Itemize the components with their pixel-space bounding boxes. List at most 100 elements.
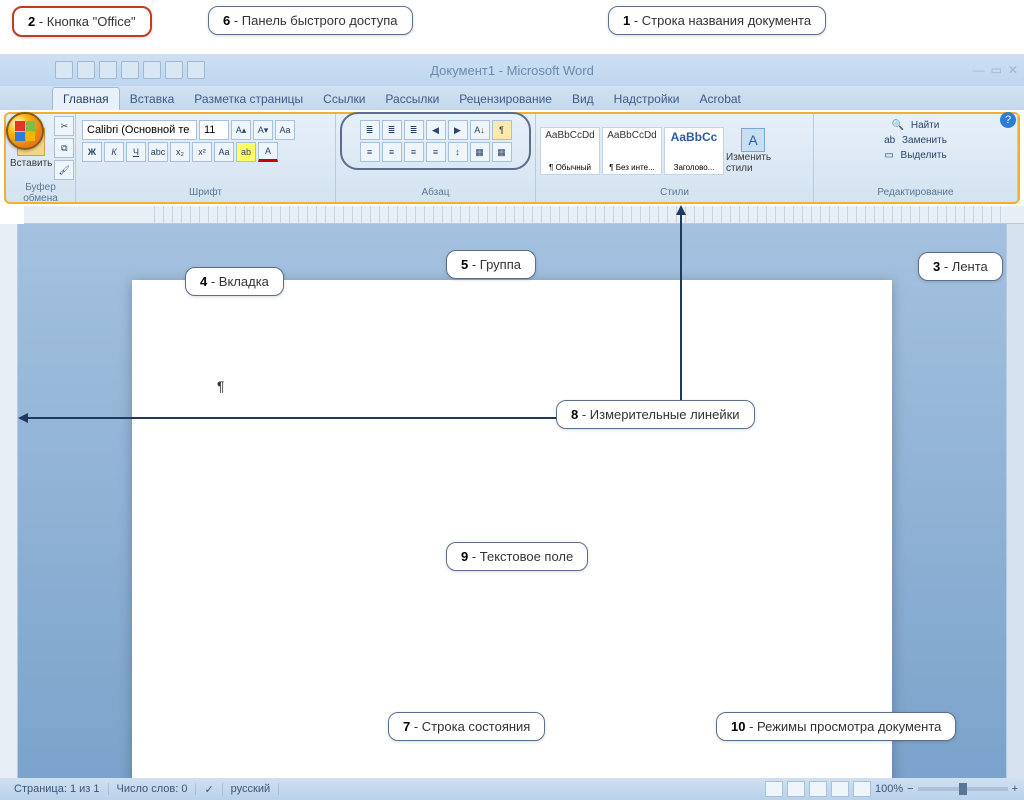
underline-button[interactable]: Ч (126, 142, 146, 162)
tab-view[interactable]: Вид (562, 88, 604, 110)
view-draft[interactable] (853, 781, 871, 797)
group-styles: AaBbCcDd¶ Обычный AaBbCcDd¶ Без инте... … (536, 114, 814, 202)
zoom-in-icon[interactable]: + (1012, 783, 1018, 795)
replace-icon: ab (884, 135, 895, 146)
vertical-scrollbar[interactable] (1006, 224, 1024, 778)
shrink-font-icon[interactable]: A▾ (253, 120, 273, 140)
callout-7: 7 - Строка состояния (388, 712, 545, 741)
format-painter-icon[interactable]: 🖌 (54, 160, 74, 180)
qat-btn-4[interactable] (121, 61, 139, 79)
ruler-horizontal[interactable] (24, 206, 1024, 224)
titlebar: Документ1 - Microsoft Word — ▭ ✕ (0, 54, 1024, 86)
zoom-slider[interactable] (918, 787, 1008, 791)
cut-icon[interactable]: ✂ (54, 116, 74, 136)
document-title: Документ1 - Microsoft Word (430, 63, 594, 78)
shading-button[interactable]: ▦ (470, 142, 490, 162)
page[interactable]: ¶ (132, 280, 892, 778)
clear-format-icon[interactable]: Aa (275, 120, 295, 140)
tab-acrobat[interactable]: Acrobat (690, 88, 751, 110)
tab-insert[interactable]: Вставка (120, 88, 185, 110)
change-styles-button[interactable]: A Изменить стили (726, 120, 780, 182)
status-page[interactable]: Страница: 1 из 1 (6, 783, 109, 795)
qat-undo-icon[interactable] (77, 61, 95, 79)
help-icon[interactable]: ? (1000, 112, 1016, 128)
ribbon: Вставить ✂ ⧉ 🖌 Буфер обмена Calibri (Осн… (4, 112, 1020, 204)
status-lang[interactable]: русский (223, 783, 279, 795)
statusbar: Страница: 1 из 1 Число слов: 0 ✓ русский… (0, 778, 1024, 800)
numbering-button[interactable]: ≣ (382, 120, 402, 140)
status-words[interactable]: Число слов: 0 (109, 783, 197, 795)
binoculars-icon: 🔍 (892, 120, 904, 131)
change-case-button[interactable]: Aa (214, 142, 234, 162)
close-icon[interactable]: ✕ (1008, 63, 1018, 77)
zoom-out-icon[interactable]: − (907, 783, 913, 795)
ribbon-tabs: Главная Вставка Разметка страницы Ссылки… (0, 86, 1024, 110)
bold-button[interactable]: Ж (82, 142, 102, 162)
quick-access-toolbar (55, 61, 205, 79)
callout-5: 5 - Группа (446, 250, 536, 279)
qat-btn-7[interactable] (187, 61, 205, 79)
document-viewport: ¶ (18, 224, 1006, 778)
status-proof-icon[interactable]: ✓ (196, 783, 222, 796)
callout-8: 8 - Измерительные линейки (556, 400, 755, 429)
style-normal[interactable]: AaBbCcDd¶ Обычный (540, 127, 600, 175)
callout-1: 1 - Строка названия документа (608, 6, 826, 35)
grow-font-icon[interactable]: A▴ (231, 120, 251, 140)
callout-9: 9 - Текстовое поле (446, 542, 588, 571)
show-marks-button[interactable]: ¶ (492, 120, 512, 140)
multilevel-button[interactable]: ≣ (404, 120, 424, 140)
sort-button[interactable]: A↓ (470, 120, 490, 140)
inc-indent-button[interactable]: ▶ (448, 120, 468, 140)
find-button[interactable]: 🔍 Найти (892, 120, 940, 131)
zoom-level[interactable]: 100% (875, 783, 903, 795)
group-editing: 🔍 Найти ab Заменить ▭ Выделить Редактиро… (814, 114, 1018, 202)
line-spacing-button[interactable]: ↕ (448, 142, 468, 162)
tab-layout[interactable]: Разметка страницы (184, 88, 313, 110)
view-web[interactable] (809, 781, 827, 797)
replace-button[interactable]: ab Заменить (884, 135, 947, 146)
group-font: Calibri (Основной те 11 A▴ A▾ Aa Ж К Ч a… (76, 114, 336, 202)
qat-btn-6[interactable] (165, 61, 183, 79)
highlight-button[interactable]: ab (236, 142, 256, 162)
qat-save-icon[interactable] (55, 61, 73, 79)
change-styles-icon: A (741, 128, 765, 152)
tab-mailings[interactable]: Рассылки (375, 88, 449, 110)
office-button[interactable] (6, 112, 44, 150)
view-print-layout[interactable] (765, 781, 783, 797)
tab-references[interactable]: Ссылки (313, 88, 375, 110)
view-full-reading[interactable] (787, 781, 805, 797)
view-outline[interactable] (831, 781, 849, 797)
cursor-icon: ▭ (884, 150, 893, 161)
qat-redo-icon[interactable] (99, 61, 117, 79)
italic-button[interactable]: К (104, 142, 124, 162)
superscript-button[interactable]: x² (192, 142, 212, 162)
align-right-button[interactable]: ≡ (404, 142, 424, 162)
align-left-button[interactable]: ≡ (360, 142, 380, 162)
select-button[interactable]: ▭ Выделить (884, 150, 946, 161)
subscript-button[interactable]: x₂ (170, 142, 190, 162)
copy-icon[interactable]: ⧉ (54, 138, 74, 158)
paragraph-mark: ¶ (217, 378, 225, 394)
align-center-button[interactable]: ≡ (382, 142, 402, 162)
style-heading[interactable]: AaBbCcЗаголово... (664, 127, 724, 175)
ruler-vertical[interactable] (0, 224, 18, 778)
minimize-icon[interactable]: — (973, 63, 985, 77)
borders-button[interactable]: ▦ (492, 142, 512, 162)
callout-4: 4 - Вкладка (185, 267, 284, 296)
style-nospacing[interactable]: AaBbCcDd¶ Без инте... (602, 127, 662, 175)
strike-button[interactable]: abc (148, 142, 168, 162)
font-color-button[interactable]: A (258, 142, 278, 162)
tab-addins[interactable]: Надстройки (604, 88, 690, 110)
group-paragraph: ≣ ≣ ≣ ◀ ▶ A↓ ¶ ≡ ≡ ≡ ≡ ↕ ▦ ▦ Абзац (336, 114, 536, 202)
justify-button[interactable]: ≡ (426, 142, 446, 162)
maximize-icon[interactable]: ▭ (991, 63, 1002, 77)
font-name-combo[interactable]: Calibri (Основной те (82, 120, 197, 140)
qat-btn-5[interactable] (143, 61, 161, 79)
bullets-button[interactable]: ≣ (360, 120, 380, 140)
dec-indent-button[interactable]: ◀ (426, 120, 446, 140)
callout-2: 2 - Кнопка "Office" (12, 6, 152, 37)
callout-3: 3 - Лента (918, 252, 1003, 281)
tab-review[interactable]: Рецензирование (449, 88, 562, 110)
tab-home[interactable]: Главная (52, 87, 120, 110)
font-size-combo[interactable]: 11 (199, 120, 229, 140)
